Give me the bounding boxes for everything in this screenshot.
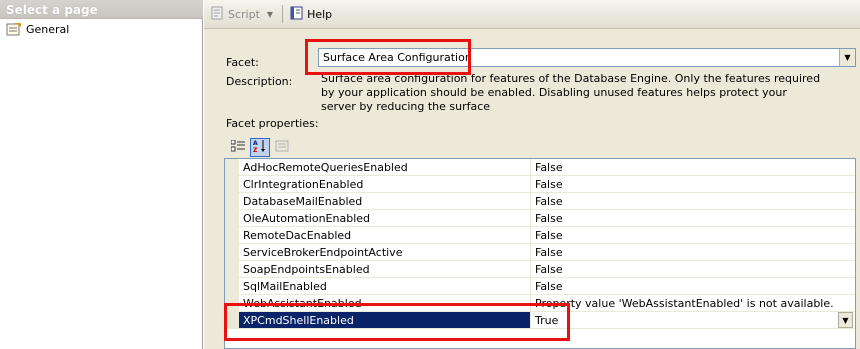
property-row[interactable]: SoapEndpointsEnabled False — [225, 261, 855, 278]
property-name: XPCmdShellEnabled — [239, 312, 531, 328]
row-gutter — [225, 312, 239, 328]
facet-select[interactable]: Surface Area Configuration ▼ — [318, 48, 856, 67]
select-page-header: Select a page — [0, 0, 203, 19]
property-name: RemoteDacEnabled — [239, 227, 531, 243]
property-value[interactable]: False — [531, 159, 855, 175]
property-value[interactable]: False — [531, 244, 855, 260]
left-pane: Select a page General — [0, 0, 203, 349]
help-label: Help — [307, 7, 333, 21]
property-row[interactable]: SqlMailEnabled False — [225, 278, 855, 295]
property-row[interactable]: DatabaseMailEnabled False — [225, 193, 855, 210]
property-value[interactable]: False — [531, 210, 855, 226]
page-item-label: General — [26, 22, 70, 36]
row-gutter — [225, 278, 239, 294]
property-row[interactable]: ServiceBrokerEndpointActive False — [225, 244, 855, 261]
description-text: Surface area configuration for features … — [321, 72, 821, 113]
row-gutter — [225, 295, 239, 311]
chevron-down-icon[interactable]: ▼ — [838, 312, 853, 328]
script-icon — [211, 6, 225, 23]
chevron-down-icon[interactable]: ▼ — [267, 10, 273, 19]
page-icon — [6, 22, 22, 36]
property-name: ServiceBrokerEndpointActive — [239, 244, 531, 260]
property-value[interactable]: False — [531, 176, 855, 192]
property-toolbar: A Z — [228, 137, 292, 157]
facet-label: Facet: — [226, 56, 259, 69]
row-gutter — [225, 227, 239, 243]
help-icon — [290, 6, 304, 23]
property-value[interactable]: False — [531, 227, 855, 243]
property-value-dropdown[interactable]: True — [531, 312, 855, 328]
property-name: ClrIntegrationEnabled — [239, 176, 531, 192]
toolbar-separator — [282, 5, 284, 23]
row-gutter — [225, 193, 239, 209]
property-grid: AdHocRemoteQueriesEnabled False ClrInteg… — [224, 158, 856, 349]
row-gutter — [225, 159, 239, 175]
property-row[interactable]: OleAutomationEnabled False — [225, 210, 855, 227]
svg-text:A: A — [253, 140, 258, 147]
property-value[interactable]: False — [531, 193, 855, 209]
property-value[interactable]: False — [531, 261, 855, 277]
categorized-button[interactable] — [228, 138, 248, 157]
row-gutter — [225, 244, 239, 260]
page-item-general[interactable]: General — [6, 21, 69, 37]
alphabetical-button[interactable]: A Z — [250, 137, 270, 157]
row-gutter — [225, 261, 239, 277]
script-button[interactable]: Script ▼ — [208, 3, 276, 25]
facet-value: Surface Area Configuration — [323, 51, 472, 64]
property-name: AdHocRemoteQueriesEnabled — [239, 159, 531, 175]
script-label: Script — [228, 7, 260, 21]
svg-text:Z: Z — [253, 147, 258, 153]
property-row[interactable]: ClrIntegrationEnabled False — [225, 176, 855, 193]
help-button[interactable]: Help — [287, 3, 335, 25]
property-pages-icon — [275, 140, 289, 155]
row-gutter — [225, 176, 239, 192]
sort-az-icon: A Z — [253, 139, 267, 156]
property-row[interactable]: AdHocRemoteQueriesEnabled False — [225, 159, 855, 176]
property-name: OleAutomationEnabled — [239, 210, 531, 226]
property-name: DatabaseMailEnabled — [239, 193, 531, 209]
property-row[interactable]: WebAssistantEnabled Property value 'WebA… — [225, 295, 855, 312]
right-pane: Script ▼ Help Facet: Surface Area Config… — [204, 0, 860, 349]
categorized-icon — [230, 139, 245, 155]
chevron-down-icon[interactable]: ▼ — [839, 49, 855, 66]
facet-properties-label: Facet properties: — [226, 117, 319, 130]
property-name: WebAssistantEnabled — [239, 295, 531, 311]
property-value[interactable]: False — [531, 278, 855, 294]
property-pages-button[interactable] — [272, 138, 292, 157]
toolbar: Script ▼ Help — [204, 0, 860, 29]
row-gutter — [225, 210, 239, 226]
property-name: SqlMailEnabled — [239, 278, 531, 294]
property-name: SoapEndpointsEnabled — [239, 261, 531, 277]
property-row-selected[interactable]: XPCmdShellEnabled True ▼ — [225, 312, 855, 329]
description-label: Description: — [226, 75, 293, 88]
property-value[interactable]: Property value 'WebAssistantEnabled' is … — [531, 295, 855, 311]
property-row[interactable]: RemoteDacEnabled False — [225, 227, 855, 244]
